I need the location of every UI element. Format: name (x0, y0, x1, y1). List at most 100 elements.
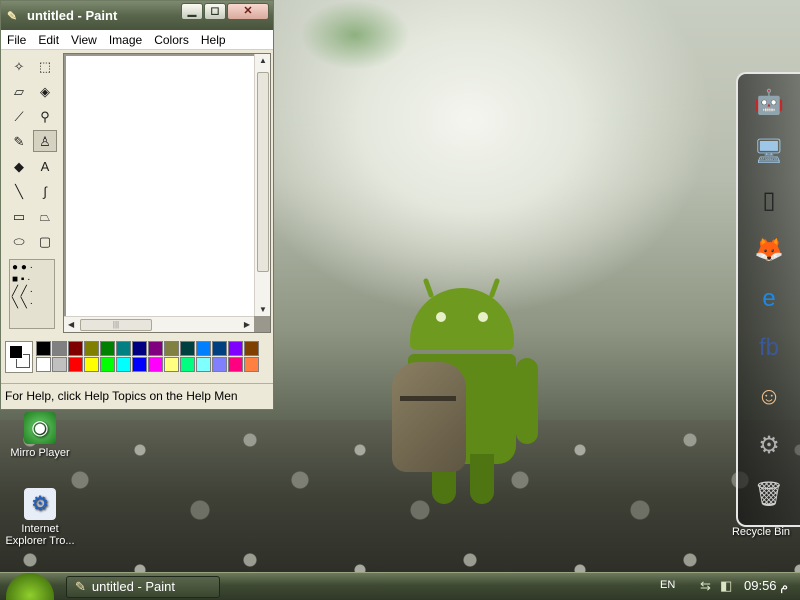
facebook-icon[interactable]: fb (746, 325, 792, 371)
color-swatch[interactable] (212, 341, 227, 356)
network-icon[interactable]: ⇆ (700, 578, 711, 594)
color-swatch[interactable] (132, 357, 147, 372)
fill-bucket-icon[interactable]: ◈ (33, 80, 57, 102)
maximize-button[interactable]: ◻ (204, 3, 226, 20)
ipad-icon[interactable]: ▯ (746, 178, 792, 224)
color-swatch[interactable] (180, 341, 195, 356)
desktop-icon-label: Mirro Player (10, 447, 70, 459)
text-icon[interactable]: A (33, 155, 57, 177)
color-swatch[interactable] (36, 341, 51, 356)
menu-edit[interactable]: Edit (32, 33, 65, 47)
pencil-icon[interactable]: ✎ (7, 130, 31, 152)
ie-icon[interactable]: e (746, 276, 792, 322)
desktop-icon-internet-explorer-troubleshooter[interactable]: ⚙ Internet Explorer Tro... (2, 488, 78, 547)
scroll-down-icon[interactable]: ▼ (259, 305, 267, 314)
color-swatch[interactable] (100, 357, 115, 372)
vertical-scroll-thumb[interactable] (257, 72, 269, 272)
brush-size-icon[interactable]: ● ● · ■ ▪ · ╱ ╱ · ╲ ╲ · (12, 262, 33, 309)
menu-help[interactable]: Help (195, 33, 232, 47)
color-swatch[interactable] (132, 341, 147, 356)
desktop-icon-mirro-player[interactable]: ◉ Mirro Player (2, 412, 78, 459)
horizontal-scrollbar[interactable]: ◀ ||| ▶ (64, 316, 254, 332)
menu-image[interactable]: Image (103, 33, 148, 47)
free-select-icon[interactable]: ✧ (7, 55, 31, 77)
menu-view[interactable]: View (65, 33, 103, 47)
color-swatch[interactable] (148, 341, 163, 356)
color-swatch[interactable] (164, 357, 179, 372)
color-swatch[interactable] (228, 357, 243, 372)
rect-select-icon[interactable]: ⬚ (33, 55, 57, 77)
minimize-button[interactable]: ▁ (181, 3, 203, 20)
scroll-left-icon[interactable]: ◀ (68, 320, 74, 329)
paint-titlebar[interactable]: ✎ untitled - Paint ▁ ◻ ✕ (1, 1, 273, 30)
horizontal-scroll-thumb[interactable]: ||| (80, 319, 152, 331)
android-figure (392, 277, 542, 518)
menu-bar: File Edit View Image Colors Help (1, 30, 273, 50)
android-icon[interactable]: 🤖 (746, 80, 792, 126)
scroll-right-icon[interactable]: ▶ (244, 320, 250, 329)
color-swatch[interactable] (196, 357, 211, 372)
canvas-area: ▲ ▼ ◀ ||| ▶ (63, 53, 271, 333)
color-swatch[interactable] (164, 341, 179, 356)
taskbar-paint-button[interactable]: ✎ untitled - Paint (66, 576, 220, 598)
color-swatch[interactable] (36, 357, 51, 372)
taskbar-paint-label: untitled - Paint (91, 579, 176, 594)
menu-file[interactable]: File (1, 33, 32, 47)
start-button[interactable] (6, 573, 54, 600)
color-swatch[interactable] (116, 341, 131, 356)
rounded-rect-icon[interactable]: ▢ (33, 230, 57, 252)
background-leaf (300, 0, 410, 70)
dock: 🤖 🖥 ▯ 🦊 e fb ☺ ⚙ 🗑 (736, 72, 800, 527)
curve-icon[interactable]: ∫ (33, 180, 57, 202)
brush-icon[interactable]: ♙ (33, 130, 57, 152)
airbrush-icon[interactable]: ◆ (7, 155, 31, 177)
current-colors (5, 341, 33, 373)
tool-options[interactable]: ● ● · ■ ▪ · ╱ ╱ · ╲ ╲ · (9, 259, 55, 329)
color-swatch[interactable] (196, 341, 211, 356)
color-swatch[interactable] (68, 357, 83, 372)
firefox-icon[interactable]: 🦊 (746, 227, 792, 273)
color-swatch[interactable] (52, 357, 67, 372)
color-swatch[interactable] (100, 341, 115, 356)
foreground-color-swatch (9, 345, 23, 359)
paint-app-icon: ✎ (75, 579, 86, 594)
paint-window[interactable]: ✎ untitled - Paint ▁ ◻ ✕ File Edit View … (0, 0, 274, 410)
color-picker-icon[interactable]: ⟋ (7, 105, 31, 127)
polygon-icon[interactable]: ⏢ (33, 205, 57, 227)
language-indicator[interactable]: EN (660, 579, 675, 591)
color-swatch[interactable] (180, 357, 195, 372)
scroll-up-icon[interactable]: ▲ (259, 56, 267, 65)
desktop-icon-label: Internet Explorer Tro... (5, 523, 75, 547)
settings-icon[interactable]: ⚙ (746, 423, 792, 469)
paint-app-icon: ✎ (7, 8, 18, 23)
color-swatch[interactable] (228, 341, 243, 356)
recycle-bin-icon[interactable]: 🗑 (746, 472, 792, 518)
status-bar: For Help, click Help Topics on the Help … (1, 383, 273, 409)
menu-colors[interactable]: Colors (148, 33, 195, 47)
magnifier-icon[interactable]: ⚲ (33, 105, 57, 127)
color-swatch[interactable] (52, 341, 67, 356)
close-button[interactable]: ✕ (227, 3, 269, 20)
color-swatch[interactable] (116, 357, 131, 372)
rectangle-icon[interactable]: ▭ (7, 205, 31, 227)
toolbox: ✧ ⬚ ▱ ◈ ⟋ ⚲ ✎ ♙ ◆ A ╲ ∫ ▭ ⏢ ⬭ ▢ ● ● · ■ ▪ · ╱ ╱ · ╲ ╲ · (3, 51, 61, 333)
ellipse-icon[interactable]: ⬭ (7, 230, 31, 252)
recycle-bin-label: Recycle Bin (731, 526, 791, 538)
computer-icon[interactable]: 🖥 (746, 129, 792, 175)
vertical-scrollbar[interactable]: ▲ ▼ (254, 54, 270, 316)
eraser-icon[interactable]: ▱ (7, 80, 31, 102)
color-swatch[interactable] (244, 357, 259, 372)
color-swatch[interactable] (84, 357, 99, 372)
color-swatch[interactable] (84, 341, 99, 356)
line-icon[interactable]: ╲ (7, 180, 31, 202)
color-swatch[interactable] (68, 341, 83, 356)
window-title: untitled - Paint (27, 8, 118, 23)
color-swatch[interactable] (244, 341, 259, 356)
volume-icon[interactable]: ◧ (720, 578, 732, 594)
color-swatch[interactable] (148, 357, 163, 372)
clock[interactable]: 09:56 م (744, 578, 788, 594)
support-icon[interactable]: ☺ (746, 374, 792, 420)
color-swatch[interactable] (212, 357, 227, 372)
color-palette (3, 339, 271, 377)
drawing-canvas[interactable] (66, 56, 254, 316)
